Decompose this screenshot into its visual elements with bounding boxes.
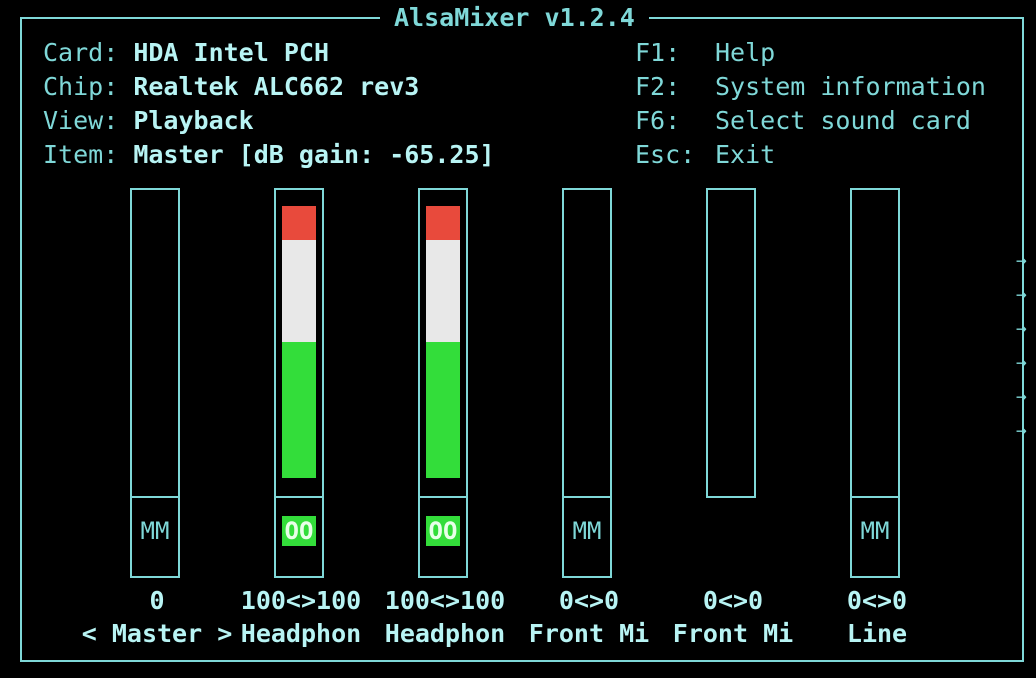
window-title: AlsaMixer v1.2.4 xyxy=(380,2,649,34)
key-f6: F6: xyxy=(635,106,681,135)
card-value: HDA Intel PCH xyxy=(133,38,329,67)
item-label: Item: xyxy=(43,140,119,169)
select-card-key[interactable]: F6: Select sound card xyxy=(635,104,971,138)
card-row: Card: HDA Intel PCH xyxy=(43,36,329,70)
key-f6-desc: Select sound card xyxy=(715,106,971,135)
volume-fill xyxy=(426,206,460,478)
help-key[interactable]: F1: Help xyxy=(635,36,775,70)
key-esc: Esc: xyxy=(635,140,696,169)
level-segment-green xyxy=(282,342,316,478)
switch-state: OO xyxy=(426,516,460,546)
switch-state: MM xyxy=(860,517,890,545)
level-segment-red xyxy=(282,206,316,240)
mute-switch[interactable]: OO xyxy=(274,496,324,578)
mute-switch[interactable]: MM xyxy=(130,496,180,578)
control-name: Line xyxy=(846,619,908,648)
card-label: Card: xyxy=(43,38,119,67)
item-value: Master [dB gain: -65.25] xyxy=(133,140,495,169)
key-f2: F2: xyxy=(635,72,681,101)
key-f1: F1: xyxy=(635,38,681,67)
scroll-more-arrows[interactable]: → → → → → → xyxy=(1016,244,1036,448)
right-arrow-icon: → xyxy=(1016,250,1027,271)
exit-key[interactable]: Esc: Exit xyxy=(635,138,775,172)
key-esc-desc: Exit xyxy=(715,140,776,169)
volume-bar[interactable] xyxy=(130,188,180,498)
view-label: View: xyxy=(43,106,119,135)
chip-value: Realtek ALC662 rev3 xyxy=(133,72,420,101)
mute-switch[interactable]: MM xyxy=(562,496,612,578)
level-segment-white xyxy=(282,240,316,342)
item-row: Item: Master [dB gain: -65.25] xyxy=(43,138,495,172)
mute-switch[interactable]: OO xyxy=(418,496,468,578)
mute-switch[interactable]: MM xyxy=(850,496,900,578)
chip-row: Chip: Realtek ALC662 rev3 xyxy=(43,70,419,104)
volume-fill xyxy=(282,206,316,478)
right-arrow-icon: → xyxy=(1016,420,1027,441)
volume-value: 0<>0 xyxy=(846,586,908,615)
view-row[interactable]: View: Playback xyxy=(43,104,254,138)
view-value[interactable]: Playback xyxy=(133,106,253,135)
right-arrow-icon: → xyxy=(1016,352,1027,373)
volume-bar[interactable] xyxy=(706,188,756,498)
volume-bar[interactable] xyxy=(418,188,468,498)
level-segment-red xyxy=(426,206,460,240)
key-f2-desc: System information xyxy=(715,72,986,101)
chip-label: Chip: xyxy=(43,72,119,101)
sysinfo-key[interactable]: F2: System information xyxy=(635,70,986,104)
volume-bar[interactable] xyxy=(850,188,900,498)
switch-state: MM xyxy=(140,517,170,545)
key-f1-desc: Help xyxy=(715,38,776,67)
switch-state: MM xyxy=(572,517,602,545)
volume-bar[interactable] xyxy=(562,188,612,498)
right-arrow-icon: → xyxy=(1016,284,1027,305)
right-arrow-icon: → xyxy=(1016,318,1027,339)
level-segment-green xyxy=(426,342,460,478)
level-segment-white xyxy=(426,240,460,342)
switch-state: OO xyxy=(282,516,316,546)
volume-bar[interactable] xyxy=(274,188,324,498)
right-arrow-icon: → xyxy=(1016,386,1027,407)
